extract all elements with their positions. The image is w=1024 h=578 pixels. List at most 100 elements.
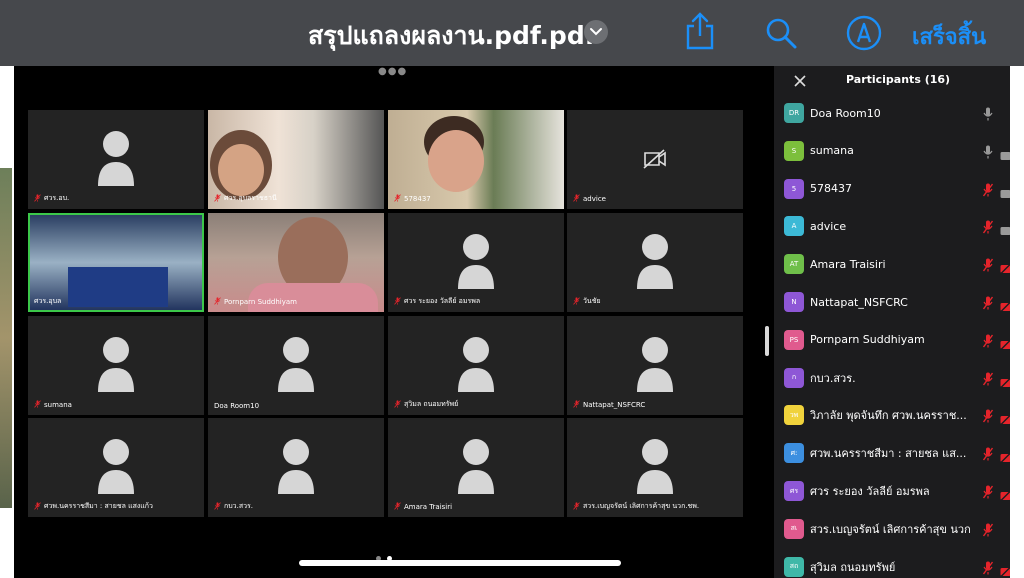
participant-avatar: ศ: <box>784 443 804 464</box>
participant-row[interactable]: สเ สวร.เบญจรัตน์ เลิศการค้าสุข นวก... <box>784 510 1006 548</box>
video-tile[interactable]: ศวร.อุบล <box>28 213 204 312</box>
video-off-icon[interactable] <box>1000 448 1010 467</box>
video-tile[interactable]: ศวร ระยอง วัลลีย์ อมรพล <box>388 213 564 312</box>
video-tile[interactable]: Pornparn Suddhiyam <box>208 213 384 312</box>
video-off-icon[interactable] <box>1000 373 1010 392</box>
video-icon[interactable] <box>1000 221 1010 240</box>
video-off-icon[interactable] <box>1000 297 1010 316</box>
mic-muted-icon[interactable] <box>982 484 994 503</box>
participant-row[interactable]: AT Amara Traisiri <box>784 245 1010 283</box>
video-tile[interactable]: ศวร.อบ. <box>28 110 204 209</box>
participant-row[interactable]: PS Pornparn Suddhiyam <box>784 321 1010 359</box>
participant-avatar: สถ <box>784 556 804 577</box>
participants-title: Participants (16) <box>846 73 951 86</box>
video-tile[interactable]: sumana <box>28 316 204 415</box>
video-tile[interactable]: 578437 <box>388 110 564 209</box>
participant-avatar: A <box>784 216 804 237</box>
tile-name-label: sumana <box>34 400 72 410</box>
close-icon[interactable] <box>794 72 806 91</box>
panel-splitter-handle[interactable] <box>765 326 769 356</box>
participant-name: สวร.เบญจรัตน์ เลิศการค้าสุข นวก... <box>810 522 970 536</box>
participant-row[interactable]: Aadvice <box>784 207 1010 245</box>
person-placeholder-icon <box>278 336 314 392</box>
participant-name: ศวร ระยอง วัลลีย์ อมรพล <box>810 485 930 498</box>
document-page-edge <box>1010 66 1024 578</box>
tile-name-text: advice <box>583 195 606 203</box>
video-tile[interactable]: วันชัย <box>567 213 743 312</box>
mic-icon[interactable] <box>983 144 993 163</box>
participant-name: sumana <box>810 144 854 158</box>
video-icon[interactable] <box>1000 184 1010 203</box>
video-tile[interactable]: Amara Traisiri <box>388 418 564 517</box>
video-tile[interactable]: ศวพ.นครราชสีมา : สายชล แสงแก้ว <box>28 418 204 517</box>
home-indicator[interactable] <box>299 560 621 566</box>
mic-muted-icon[interactable] <box>982 408 994 427</box>
mic-muted-icon[interactable] <box>982 182 994 201</box>
person-placeholder-icon <box>458 438 494 494</box>
video-tile[interactable]: สวร.เบญจรัตน์ เลิศการค้าสุข นวก.ชพ. <box>567 418 743 517</box>
tile-name-label: Pornparn Suddhiyam <box>214 297 297 307</box>
mic-muted-icon[interactable] <box>982 522 994 541</box>
document-photo <box>0 168 12 508</box>
mic-muted-icon <box>394 194 401 204</box>
mic-muted-icon[interactable] <box>982 333 994 352</box>
video-off-icon[interactable] <box>1000 259 1010 278</box>
tile-name-label: Nattapat_NSFCRC <box>573 400 645 410</box>
participant-row[interactable]: N Nattapat_NSFCRC <box>784 283 1010 321</box>
video-off-icon[interactable] <box>1000 562 1010 578</box>
video-tile[interactable]: สุวิมล ถนอมทรัพย์ <box>388 316 564 415</box>
person-placeholder-icon <box>98 130 134 186</box>
participant-name: Pornparn Suddhiyam <box>810 333 925 347</box>
video-tile[interactable]: advice <box>567 110 743 209</box>
tile-name-text: ศวร.อุบล <box>34 297 62 305</box>
tile-name-label: สวร.เบญจรัตน์ เลิศการค้าสุข นวก.ชพ. <box>573 501 699 512</box>
participant-row[interactable]: สถ สุวิมล ถนอมทรัพย์ <box>784 548 1010 578</box>
video-off-icon[interactable] <box>1000 486 1010 505</box>
share-icon[interactable] <box>684 12 716 54</box>
participant-avatar: S <box>784 140 804 161</box>
person-placeholder-icon <box>458 336 494 392</box>
more-handle[interactable]: ●●● <box>378 66 407 77</box>
participant-name: กบว.สวร. <box>810 371 856 385</box>
tile-name-label: advice <box>573 194 606 204</box>
participant-row[interactable]: 5 578437 <box>784 170 1010 208</box>
participant-name: Doa Room10 <box>810 106 881 120</box>
chevron-down-icon[interactable] <box>584 20 608 44</box>
participant-row[interactable]: DR Doa Room10 <box>784 94 1006 132</box>
participant-row[interactable]: Ssumana <box>784 132 1010 170</box>
person-placeholder-icon <box>458 233 494 289</box>
participant-row[interactable]: วพ วิภาลัย พุดจันทึก ศวพ.นครราช... <box>784 396 1010 434</box>
tile-name-label: Amara Traisiri <box>394 502 452 512</box>
document-toolbar: สรุปแถลงผลงาน.pdf.pdf เสร็จสิ้น <box>0 0 1024 66</box>
video-tile[interactable]: Nattapat_NSFCRC <box>567 316 743 415</box>
mic-muted-icon[interactable] <box>982 219 994 238</box>
video-tile[interactable]: กบว.สวร. <box>208 418 384 517</box>
tile-name-text: ศวพ.นครราชสีมา : สายชล แสงแก้ว <box>44 502 153 510</box>
document-title[interactable]: สรุปแถลงผลงาน.pdf.pdf <box>308 16 596 56</box>
video-off-icon[interactable] <box>1000 335 1010 354</box>
person-placeholder-icon <box>637 438 673 494</box>
tile-name-text: ศวร.อบ. <box>44 194 70 202</box>
video-tile[interactable]: Doa Room10 <box>208 316 384 415</box>
mic-muted-icon <box>573 400 580 410</box>
video-icon[interactable] <box>1000 146 1010 165</box>
participant-row[interactable]: ศร ศวร ระยอง วัลลีย์ อมรพล <box>784 472 1010 510</box>
mic-muted-icon[interactable] <box>982 371 994 390</box>
mic-muted-icon[interactable] <box>982 295 994 314</box>
search-icon[interactable] <box>764 16 798 54</box>
participant-row[interactable]: ศ: ศวพ.นครราชสีมา : สายชล แส... <box>784 434 1010 472</box>
participant-avatar: ก <box>784 367 804 388</box>
participant-row[interactable]: ก กบว.สวร. <box>784 359 1010 397</box>
mic-muted-icon[interactable] <box>982 560 994 578</box>
mic-muted-icon[interactable] <box>982 257 994 276</box>
participant-avatar: DR <box>784 103 804 123</box>
mic-muted-icon[interactable] <box>982 446 994 465</box>
video-tile[interactable]: ศวร.อุบลราชธานี <box>208 110 384 209</box>
tile-name-text: กบว.สวร. <box>224 502 254 510</box>
participant-name: ศวพ.นครราชสีมา : สายชล แส... <box>810 447 967 461</box>
video-off-icon[interactable] <box>1000 410 1010 429</box>
mic-icon[interactable] <box>983 106 993 125</box>
tile-name-label: ศวร.อบ. <box>34 193 69 204</box>
markup-icon[interactable] <box>846 15 882 55</box>
done-button[interactable]: เสร็จสิ้น <box>912 19 986 54</box>
